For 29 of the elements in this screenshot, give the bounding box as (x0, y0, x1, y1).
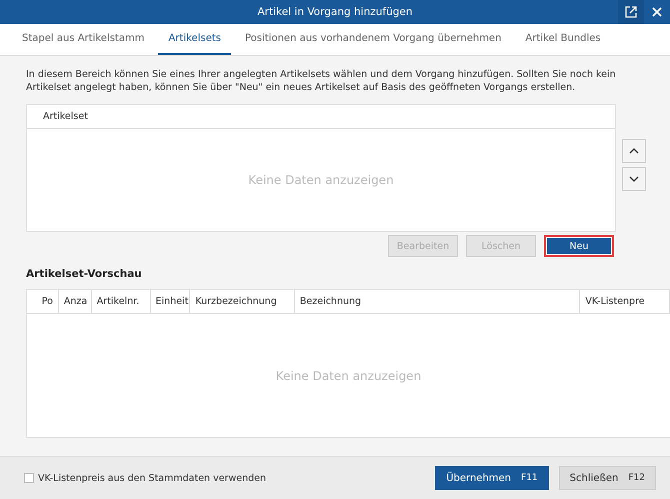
empty-message: Keine Daten anzuzeigen (276, 368, 422, 382)
tab[interactable]: Positionen aus vorhandenem Vorgang übernehmen (234, 24, 512, 55)
column-header[interactable]: Einheit (150, 290, 190, 313)
column-header[interactable]: Kurzbezeichnung (190, 290, 295, 313)
column-header[interactable]: Po (27, 290, 59, 313)
window-title: Artikel in Vorgang hinzufügen (257, 6, 413, 18)
move-up-button[interactable] (622, 139, 646, 163)
column-header[interactable]: Bezeichnung (294, 290, 580, 313)
popout-button[interactable] (618, 0, 644, 24)
tab[interactable]: Artikel Bundles (515, 24, 611, 55)
popout-icon (625, 6, 637, 18)
dialog-button[interactable]: Übernehmen F11 (435, 466, 549, 490)
checkbox-label: VK-Listenpreis aus den Stammdaten verwenden (38, 472, 266, 484)
column-header[interactable]: Anza (58, 290, 92, 313)
checkbox[interactable] (24, 473, 34, 483)
chevron-up-icon (629, 148, 639, 154)
description-text: In diesem Bereich können Sie eines Ihrer angelegten Artikelsets wählen und dem Vorgang hinzufügen. Sollten Sie noch kein Artikelset angelegt haben, können Sie über "Neu" ein neues Artikelset auf Basis des geöffneten Vorgangs erstellen. (26, 68, 617, 94)
empty-message: Keine Daten anzuzeigen (248, 173, 394, 187)
column-header[interactable]: Artikelset (27, 105, 93, 128)
set-action-button[interactable]: Neu (544, 235, 614, 257)
tab[interactable]: Stapel aus Artikelstamm (12, 24, 154, 55)
tab[interactable]: Artikelsets (158, 24, 231, 55)
column-header[interactable]: Artikelnr. (92, 290, 151, 313)
chevron-down-icon (629, 176, 639, 182)
section-title: Artikelset-Vorschau (26, 268, 143, 280)
close-icon (652, 7, 662, 17)
move-down-button[interactable] (622, 167, 646, 191)
dialog-button[interactable]: Schließen F12 (558, 466, 656, 490)
column-header[interactable]: VK-Listenpre (580, 290, 670, 313)
